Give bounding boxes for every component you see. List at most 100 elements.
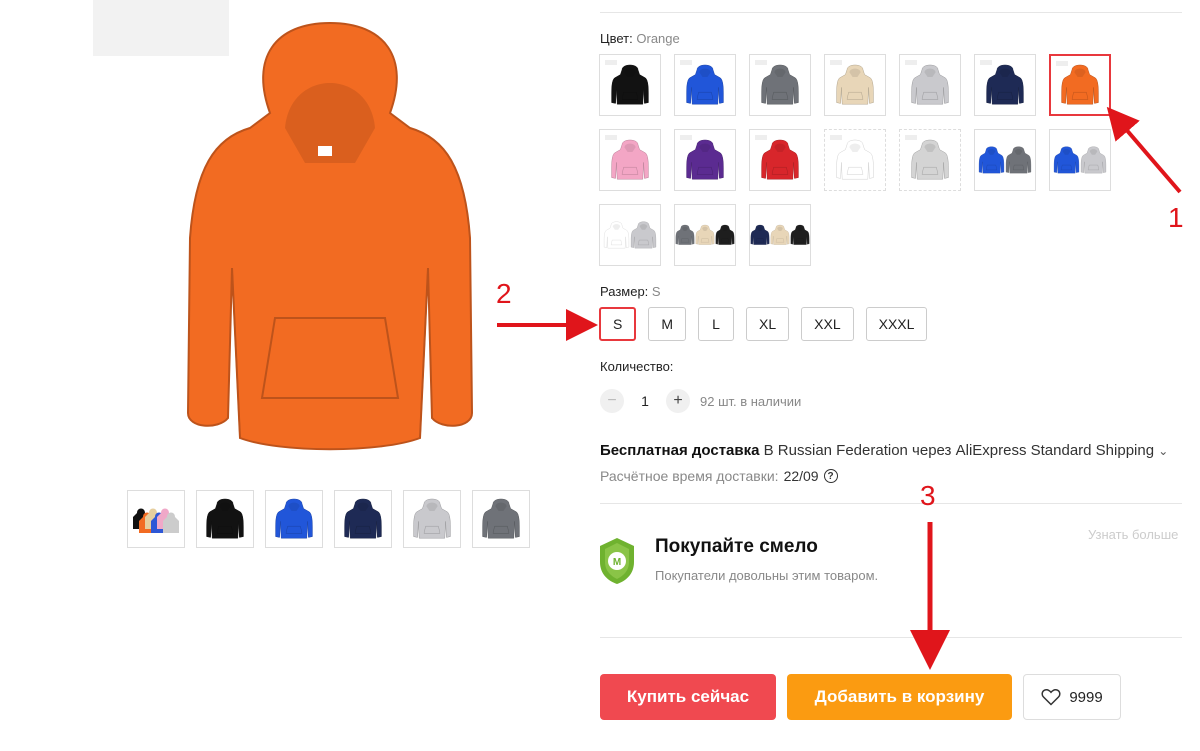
- chevron-down-icon[interactable]: ⌄: [1158, 444, 1168, 458]
- wishlist-count: 9999: [1069, 688, 1103, 706]
- hoodie-icon: [186, 21, 474, 451]
- color-swatch[interactable]: [974, 129, 1036, 191]
- hoodie-icon: [790, 224, 810, 245]
- color-swatch[interactable]: [899, 129, 961, 191]
- size-label-row: Размер: S: [600, 284, 661, 299]
- size-option-xl[interactable]: XL: [746, 307, 790, 341]
- help-icon[interactable]: ?: [823, 469, 838, 483]
- hoodie-icon: [911, 64, 949, 105]
- buy-now-button[interactable]: Купить сейчас: [600, 674, 776, 720]
- hoodie-icon: [482, 498, 520, 539]
- hoodie-icon: [206, 498, 244, 539]
- delivery-details: В Russian Federation через AliExpress St…: [759, 442, 1155, 459]
- color-swatch[interactable]: [824, 54, 886, 116]
- size-option-xxl[interactable]: XXL: [801, 307, 854, 341]
- hoodie-icon: [275, 498, 313, 539]
- thumbnail[interactable]: [196, 490, 254, 548]
- heart-icon: [1041, 689, 1061, 706]
- hoodie-icon: [986, 64, 1024, 105]
- color-swatch[interactable]: [749, 129, 811, 191]
- annotation-label-3: 3: [920, 480, 936, 511]
- hoodie-icon: [603, 221, 630, 249]
- thumbnail[interactable]: [265, 490, 323, 548]
- thumbnail[interactable]: [472, 490, 530, 548]
- thumbnail-strip: [127, 490, 530, 548]
- hoodie-icon: [1080, 146, 1107, 174]
- eta-date: 22/09: [783, 468, 819, 484]
- color-swatch[interactable]: [1049, 129, 1111, 191]
- size-option-xxxl[interactable]: XXXL: [865, 307, 928, 341]
- size-option-m[interactable]: M: [648, 307, 687, 341]
- quantity-stepper: − 1 + 92 шт. в наличии: [600, 389, 801, 413]
- hoodie-icon: [413, 498, 451, 539]
- delivery-info[interactable]: Бесплатная доставка В Russian Federation…: [600, 442, 1168, 459]
- hoodie-icon: [675, 224, 695, 245]
- quantity-minus-button[interactable]: −: [600, 389, 624, 413]
- color-swatch[interactable]: [824, 129, 886, 191]
- color-swatch[interactable]: [674, 204, 736, 266]
- hoodie-icon: [1005, 146, 1032, 174]
- hoodie-icon: [770, 224, 790, 245]
- color-swatch[interactable]: [1049, 54, 1111, 116]
- thumbnail[interactable]: [334, 490, 392, 548]
- quantity-plus-button[interactable]: +: [666, 389, 690, 413]
- buyer-protection-title: Покупайте смело: [655, 536, 818, 557]
- free-delivery-label: Бесплатная доставка: [600, 442, 760, 459]
- color-swatch[interactable]: [674, 129, 736, 191]
- wishlist-button[interactable]: 9999: [1023, 674, 1121, 720]
- svg-text:M: M: [613, 557, 621, 568]
- color-swatch[interactable]: [899, 54, 961, 116]
- stock-text: 92 шт. в наличии: [700, 393, 802, 409]
- color-swatch[interactable]: [674, 54, 736, 116]
- eta-label: Расчётное время доставки:: [600, 468, 779, 484]
- size-options: S M L XL XXL XXXL: [599, 307, 928, 341]
- divider: [600, 503, 1182, 504]
- learn-more-link[interactable]: Узнать больше: [1088, 527, 1178, 542]
- quantity-label: Количество:: [600, 359, 674, 374]
- hoodie-icon: [611, 139, 649, 180]
- hoodie-icon: [1053, 146, 1080, 174]
- size-selected-value: S: [651, 284, 661, 299]
- color-swatch[interactable]: [749, 204, 811, 266]
- annotation-label-2: 2: [496, 278, 512, 309]
- annotation-arrow-1: [1106, 106, 1182, 194]
- color-label-row: Цвет: Orange: [600, 31, 680, 46]
- hoodie-icon: [611, 64, 649, 105]
- hoodie-icon: [978, 146, 1005, 174]
- hoodie-icon: [686, 64, 724, 105]
- color-swatch[interactable]: [974, 54, 1036, 116]
- divider: [600, 12, 1182, 13]
- color-swatch[interactable]: [599, 204, 661, 266]
- quantity-value[interactable]: 1: [634, 393, 656, 409]
- hoodie-icon: [686, 139, 724, 180]
- delivery-eta: Расчётное время доставки: 22/09 ?: [600, 468, 838, 484]
- color-swatch[interactable]: [599, 54, 661, 116]
- color-swatch[interactable]: [599, 129, 661, 191]
- color-label: Цвет:: [600, 31, 633, 46]
- hoodie-icon: [630, 221, 657, 249]
- product-page: Цвет: Orange Размер: S S M L XL XXL XXXL…: [0, 0, 1200, 751]
- size-label: Размер:: [600, 284, 649, 299]
- hoodie-icon: [1061, 64, 1099, 105]
- hoodie-icon: [715, 224, 735, 245]
- main-product-image[interactable]: [180, 18, 480, 458]
- buyer-protection-subtitle: Покупатели довольны этим товаром.: [655, 568, 879, 583]
- size-option-s[interactable]: S: [599, 307, 637, 341]
- hoodie-icon: [911, 139, 949, 180]
- divider: [600, 637, 1182, 638]
- hoodie-icon: [695, 224, 715, 245]
- color-swatch-grid: [599, 54, 1119, 266]
- hoodie-icon: [761, 139, 799, 180]
- color-swatch[interactable]: [749, 54, 811, 116]
- annotation-label-1: 1: [1168, 202, 1184, 233]
- size-option-l[interactable]: L: [698, 307, 735, 341]
- hoodie-icon: [750, 224, 770, 245]
- hoodie-icon: [836, 139, 874, 180]
- add-to-cart-button[interactable]: Добавить в корзину: [787, 674, 1012, 720]
- thumbnail-collection[interactable]: [127, 490, 185, 548]
- thumbnail[interactable]: [403, 490, 461, 548]
- hoodie-icon: [344, 498, 382, 539]
- hoodie-collection-icon: [133, 508, 179, 533]
- shield-icon: M: [598, 536, 636, 591]
- hoodie-icon: [761, 64, 799, 105]
